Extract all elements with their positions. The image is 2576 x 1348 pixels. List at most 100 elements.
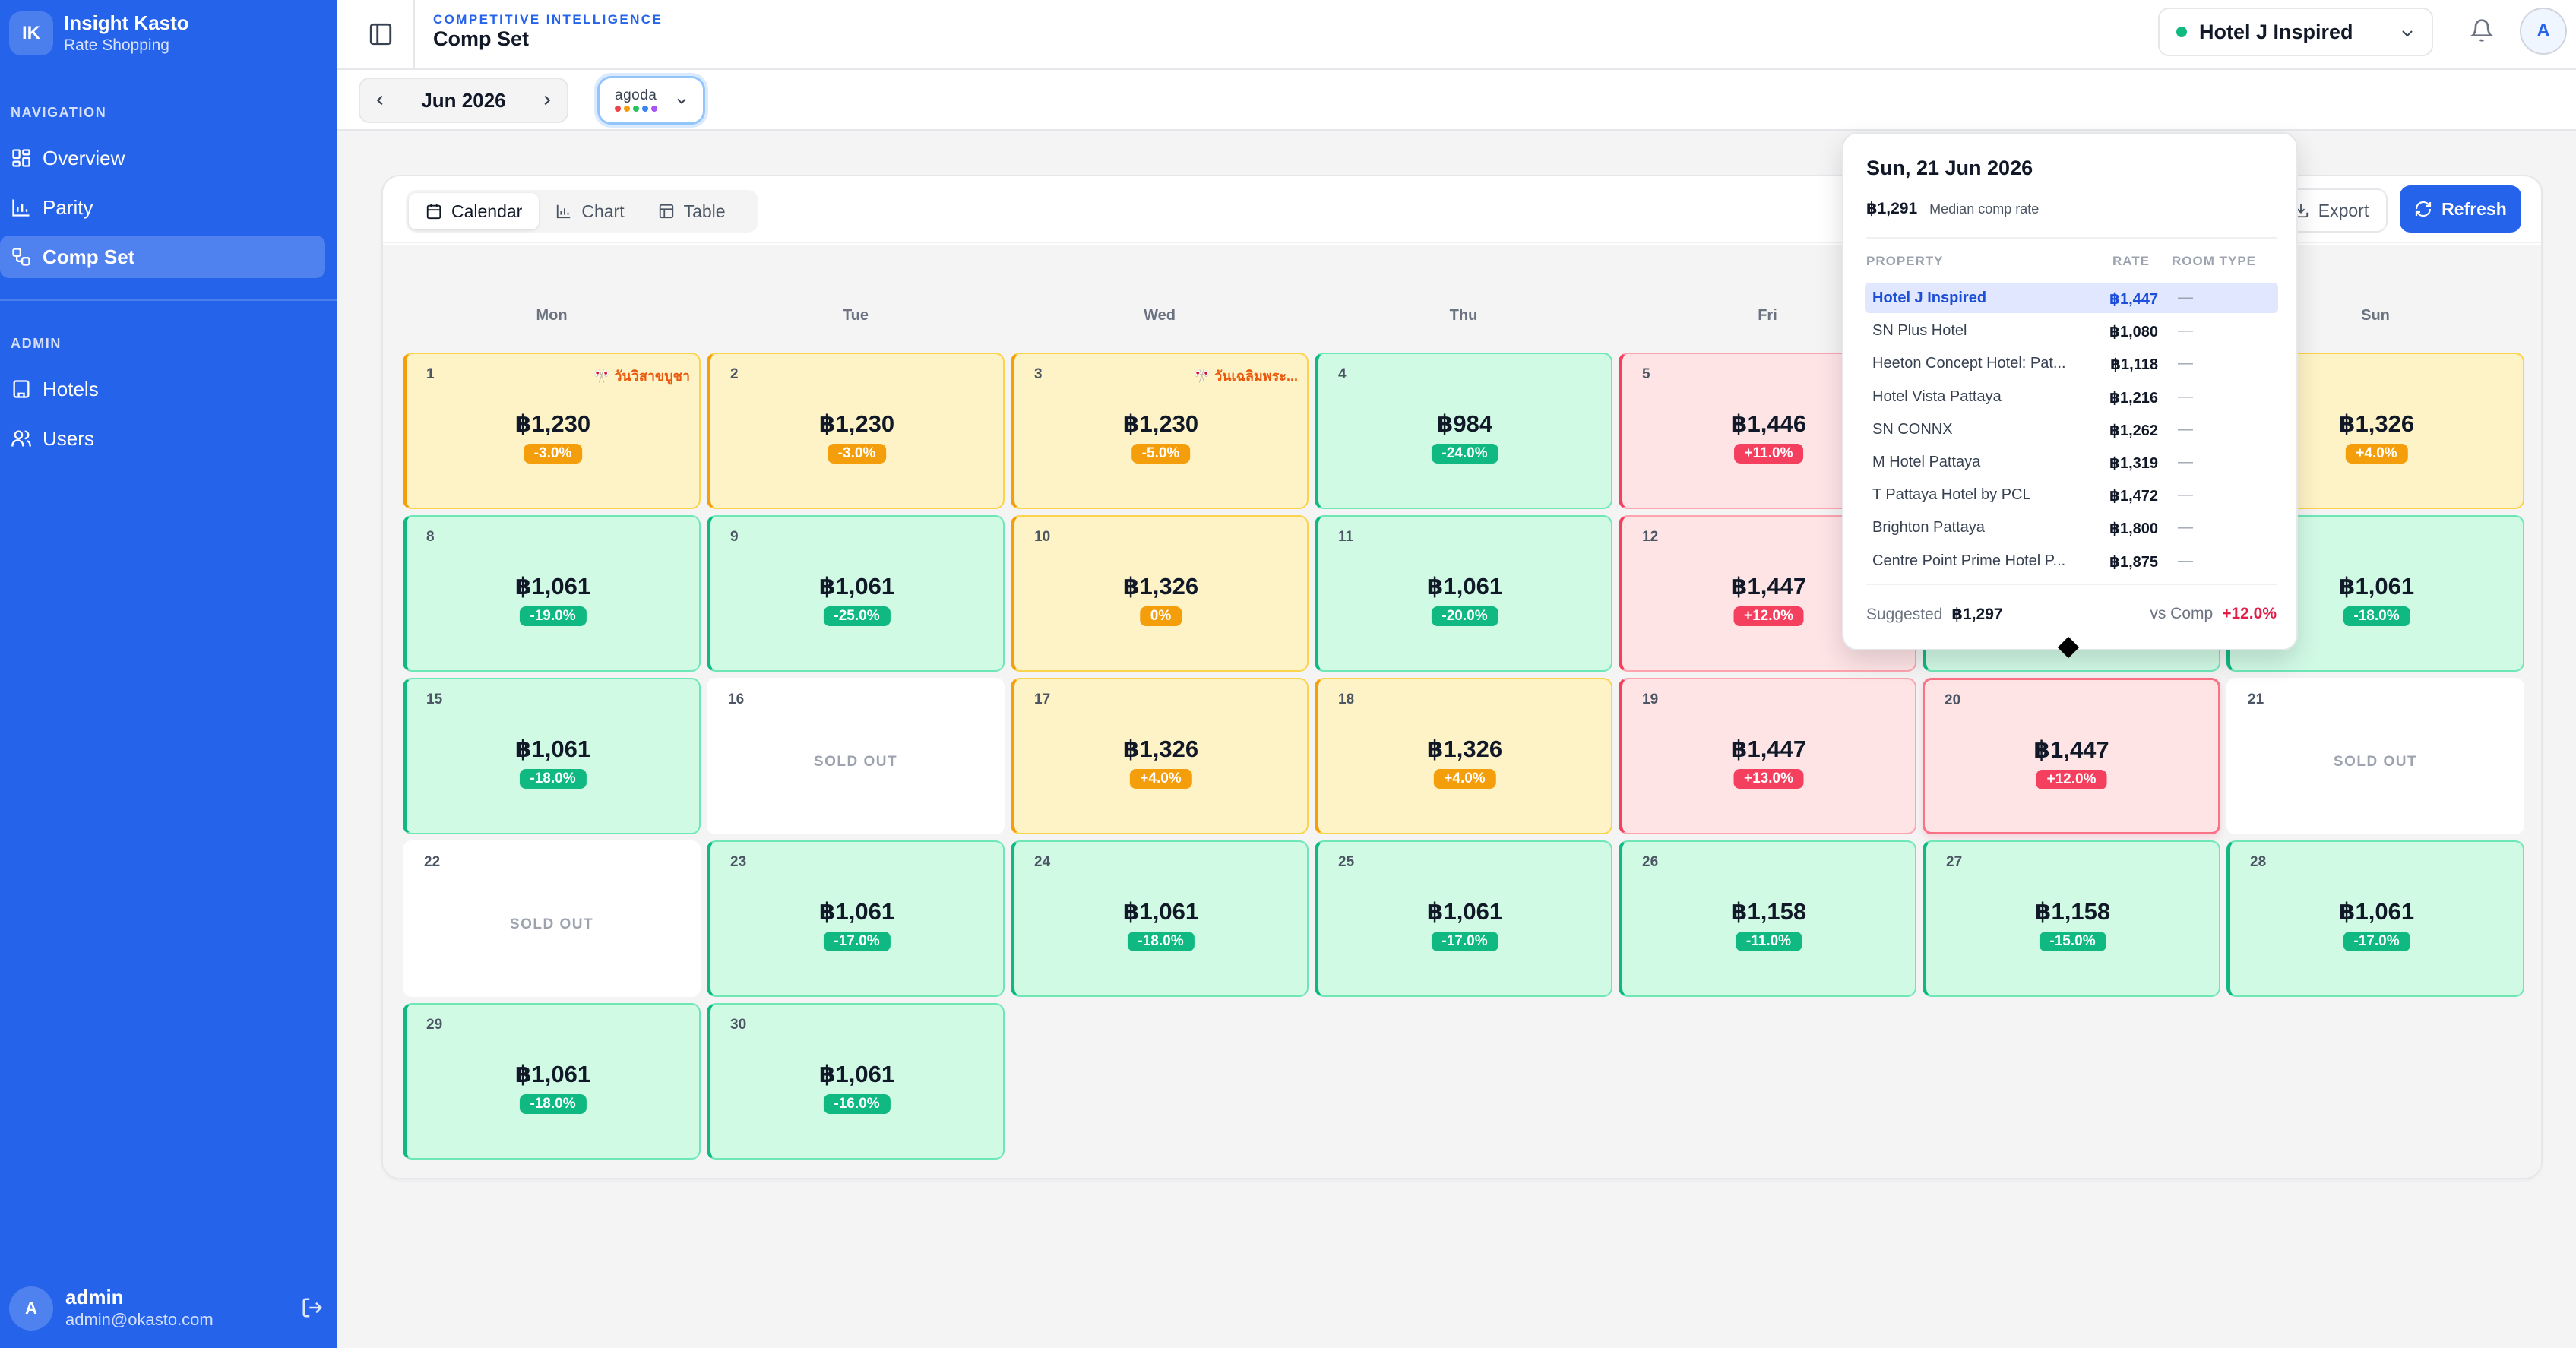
sidebar-item-comp-set[interactable]: Comp Set: [0, 236, 325, 278]
rate-diff-badge: -11.0%: [1735, 932, 1802, 951]
rate-diff-badge: -3.0%: [523, 444, 583, 464]
room-type: —: [2178, 355, 2193, 372]
calendar-day-19[interactable]: 19 ฿1,447 +13.0%: [1619, 678, 1916, 834]
calendar-day-21[interactable]: 21 SOLD OUT: [2226, 678, 2524, 834]
calendar-day-15[interactable]: 15 ฿1,061 -18.0%: [403, 678, 701, 834]
sidebar-item-overview[interactable]: Overview: [0, 137, 325, 179]
own-hotel-row: Hotel J Inspired ฿1,447 —: [1865, 283, 2278, 313]
vs-comp-label: vs Comp: [2150, 605, 2214, 622]
calendar-day-30[interactable]: 30 ฿1,061 -16.0%: [707, 1003, 1005, 1160]
calendar-day-28[interactable]: 28 ฿1,061 -17.0%: [2226, 840, 2524, 997]
next-month-button[interactable]: [527, 79, 567, 122]
tab-chart[interactable]: Chart: [539, 193, 641, 229]
calendar-day-1[interactable]: 1 🎌 วันวิสาขบูชา ฿1,230 -3.0%: [403, 353, 701, 509]
rate-diff-badge: -18.0%: [519, 769, 587, 789]
month-label: Jun 2026: [421, 88, 506, 112]
day-number: 27: [1946, 854, 1963, 870]
day-number: 4: [1338, 366, 1347, 382]
day-number: 3: [1034, 366, 1043, 382]
sold-out-label: SOLD OUT: [2333, 754, 2418, 770]
avatar[interactable]: A: [2520, 8, 2567, 55]
comp-hotel-row: Hotel Vista Pattaya ฿1,216 —: [1865, 381, 2278, 412]
agoda-dots: [615, 106, 657, 112]
calendar-day-4[interactable]: 4 ฿984 -24.0%: [1315, 353, 1612, 509]
holiday-label: 🎌 วันวิสาขบูชา: [593, 369, 690, 384]
admin-section-label: ADMIN: [11, 336, 62, 351]
calendar-day-27[interactable]: 27 ฿1,158 -15.0%: [1923, 840, 2220, 997]
refresh-button[interactable]: Refresh: [2400, 185, 2521, 233]
rate-diff-badge: -15.0%: [2039, 932, 2106, 951]
rate-diff-badge: -19.0%: [519, 606, 587, 626]
weekday-tue: Tue: [842, 307, 869, 324]
logout-icon[interactable]: [301, 1296, 324, 1319]
popover-title: Sun, 21 Jun 2026: [1866, 157, 2033, 179]
sidebar-item-label: Comp Set: [43, 245, 135, 268]
rate-diff-badge: -18.0%: [1127, 932, 1195, 951]
popover-divider: [1866, 584, 2277, 585]
rate-diff-badge: 0%: [1139, 606, 1182, 626]
hotel-select[interactable]: Hotel J Inspired: [2158, 8, 2433, 56]
rate-diff-badge: -18.0%: [2343, 606, 2410, 626]
rate-diff-badge: +11.0%: [1733, 444, 1804, 464]
calendar-day-29[interactable]: 29 ฿1,061 -18.0%: [403, 1003, 701, 1160]
day-number: 11: [1338, 529, 1354, 545]
tab-table[interactable]: Table: [641, 193, 742, 229]
day-rate: ฿1,230: [1122, 410, 1199, 437]
calendar-day-23[interactable]: 23 ฿1,061 -17.0%: [707, 840, 1005, 997]
property-name: Hotel J Inspired: [1872, 290, 1987, 306]
bell-icon[interactable]: [2470, 18, 2494, 43]
ota-select[interactable]: agoda: [597, 76, 705, 125]
calendar-day-20[interactable]: 20 ฿1,447 +12.0%: [1923, 678, 2220, 834]
sidebar-item-parity[interactable]: Parity: [0, 186, 325, 229]
calendar-day-26[interactable]: 26 ฿1,158 -11.0%: [1619, 840, 1916, 997]
day-rate: ฿1,158: [1730, 898, 1807, 925]
calendar-day-18[interactable]: 18 ฿1,326 +4.0%: [1315, 678, 1612, 834]
calendar-day-10[interactable]: 10 ฿1,326 0%: [1011, 515, 1309, 672]
calendar-day-3[interactable]: 3 🎌 วันเฉลิมพระ... ฿1,230 -5.0%: [1011, 353, 1309, 509]
brand[interactable]: IK Insight Kasto Rate Shopping: [9, 11, 189, 56]
day-detail-popover: Sun, 21 Jun 2026 ฿1,291 Median comp rate…: [1842, 132, 2298, 650]
column-header-room-type: ROOM TYPE: [2172, 254, 2257, 268]
calendar-day-11[interactable]: 11 ฿1,061 -20.0%: [1315, 515, 1612, 672]
property-name: Brighton Pattaya: [1872, 519, 1985, 536]
rate-diff-badge: +4.0%: [1129, 769, 1192, 789]
chevron-left-icon: [376, 95, 383, 106]
weekday-wed: Wed: [1144, 307, 1176, 324]
day-rate: ฿1,230: [818, 410, 895, 437]
day-number: 18: [1338, 691, 1355, 707]
property-rate: ฿1,875: [2109, 553, 2158, 571]
calendar-day-9[interactable]: 9 ฿1,061 -25.0%: [707, 515, 1005, 672]
rate-diff-badge: -17.0%: [823, 932, 891, 951]
calendar-day-2[interactable]: 2 ฿1,230 -3.0%: [707, 353, 1005, 509]
calendar-day-22[interactable]: 22 SOLD OUT: [403, 840, 701, 997]
page-title: Comp Set: [433, 27, 530, 50]
calendar-day-25[interactable]: 25 ฿1,061 -17.0%: [1315, 840, 1612, 997]
property-name: Centre Point Prime Hotel P...: [1872, 552, 2066, 569]
calendar-day-17[interactable]: 17 ฿1,326 +4.0%: [1011, 678, 1309, 834]
median-value: ฿1,291: [1866, 200, 1918, 217]
day-number: 5: [1642, 366, 1650, 382]
prev-month-button[interactable]: [360, 79, 400, 122]
calendar-day-24[interactable]: 24 ฿1,061 -18.0%: [1011, 840, 1309, 997]
day-number: 2: [730, 366, 739, 382]
day-rate: ฿1,061: [818, 573, 895, 600]
day-rate: ฿1,447: [1730, 736, 1807, 762]
comp-hotel-row: M Hotel Pattaya ฿1,319 —: [1865, 447, 2278, 477]
calendar-day-8[interactable]: 8 ฿1,061 -19.0%: [403, 515, 701, 672]
property-rate: ฿1,800: [2109, 521, 2158, 538]
day-number: 21: [2248, 691, 2264, 707]
brand-logo: IK: [9, 11, 53, 55]
calendar-day-16[interactable]: 16 SOLD OUT: [707, 678, 1005, 834]
sidebar-item-users[interactable]: Users: [0, 417, 325, 460]
room-type: —: [2178, 290, 2193, 306]
header-divider: [413, 0, 415, 70]
day-rate: ฿1,230: [514, 410, 591, 437]
day-rate: ฿1,061: [514, 1061, 591, 1087]
nav-section-label: NAVIGATION: [11, 105, 107, 120]
property-name: SN CONNX: [1872, 420, 1953, 438]
sidebar-user: A admin admin@okasto.com: [9, 1286, 328, 1331]
rate-diff-badge: -18.0%: [519, 1094, 587, 1114]
tab-calendar[interactable]: Calendar: [409, 193, 540, 229]
sidebar-item-hotels[interactable]: Hotels: [0, 368, 325, 410]
sidebar-toggle-icon[interactable]: [368, 21, 394, 47]
